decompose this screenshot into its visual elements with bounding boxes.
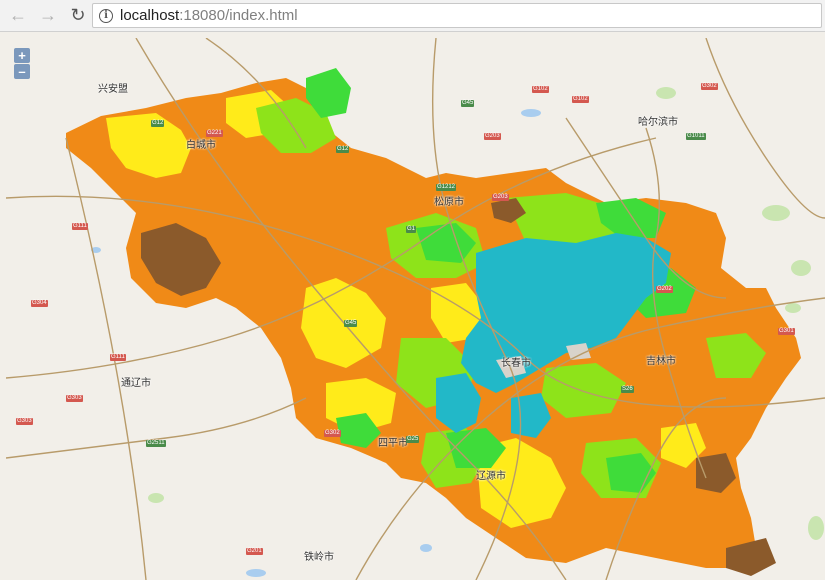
road-shield: G302	[324, 430, 341, 437]
road-shield: G12	[151, 120, 165, 127]
url-path: :18080/index.html	[179, 7, 298, 24]
zoom-in-button[interactable]: +	[14, 48, 30, 63]
city-label: 辽源市	[476, 471, 506, 482]
road-shield: G102	[532, 86, 549, 93]
browser-toolbar: ← → ↻ i localhost:18080/index.html	[0, 0, 825, 32]
park	[656, 87, 676, 99]
road-shield: G111	[110, 354, 126, 361]
lake	[521, 109, 541, 117]
overlay-layer	[66, 68, 801, 576]
lake	[246, 569, 266, 577]
city-label: 松原市	[434, 197, 464, 208]
lake	[420, 544, 432, 552]
address-bar[interactable]: i localhost:18080/index.html	[92, 3, 822, 28]
road-shield: G12	[336, 146, 350, 153]
park	[791, 260, 811, 276]
info-icon[interactable]: i	[99, 8, 113, 23]
road-shield: G202	[656, 286, 673, 293]
road-shield: G1212	[436, 184, 457, 191]
map-view[interactable]: + – 白城市 松原市 长春市 吉林市 四平市 辽源市 哈尔滨市 通辽市 铁岭市…	[6, 38, 825, 580]
city-label: 铁岭市	[304, 552, 334, 563]
road-shield: G301	[778, 328, 795, 335]
road-shield: G303	[16, 418, 33, 425]
road-shield: G201	[246, 548, 263, 555]
city-label: 白城市	[186, 140, 216, 151]
highway	[705, 38, 825, 219]
road-shield: G111	[72, 223, 88, 230]
road-shield: G203	[492, 194, 509, 201]
zoom-out-button[interactable]: –	[14, 64, 30, 79]
road-shield: G1	[406, 226, 417, 233]
url-host: localhost	[120, 7, 180, 24]
road-shield: G2511	[146, 440, 166, 447]
city-label: 四平市	[378, 438, 408, 449]
zoom-control: + –	[14, 48, 30, 80]
road-shield: G25	[406, 436, 420, 443]
road-shield: G102	[572, 96, 589, 103]
road-shield: G221	[206, 130, 223, 137]
city-label: 兴安盟	[98, 84, 128, 95]
road-shield: G303	[66, 395, 83, 402]
road-shield: S26	[621, 386, 634, 393]
arrow-left-icon[interactable]: ←	[6, 4, 30, 28]
road-shield: G45	[461, 100, 475, 107]
road-shield: G304	[31, 300, 48, 307]
reload-icon[interactable]: ↻	[66, 4, 90, 28]
park	[762, 205, 790, 221]
city-label: 哈尔滨市	[638, 117, 678, 128]
road-shield: G1011	[686, 133, 706, 140]
city-label: 通辽市	[121, 378, 151, 389]
highway	[6, 397, 307, 459]
road-shield: G203	[484, 133, 501, 140]
city-label: 长春市	[501, 358, 531, 369]
park	[808, 516, 824, 540]
arrow-right-icon[interactable]: →	[36, 4, 60, 28]
map-canvas	[6, 38, 825, 580]
road-shield: G45	[344, 320, 358, 327]
park	[785, 303, 801, 313]
road-shield: G302	[701, 83, 718, 90]
park	[148, 493, 164, 503]
city-label: 吉林市	[646, 356, 676, 367]
